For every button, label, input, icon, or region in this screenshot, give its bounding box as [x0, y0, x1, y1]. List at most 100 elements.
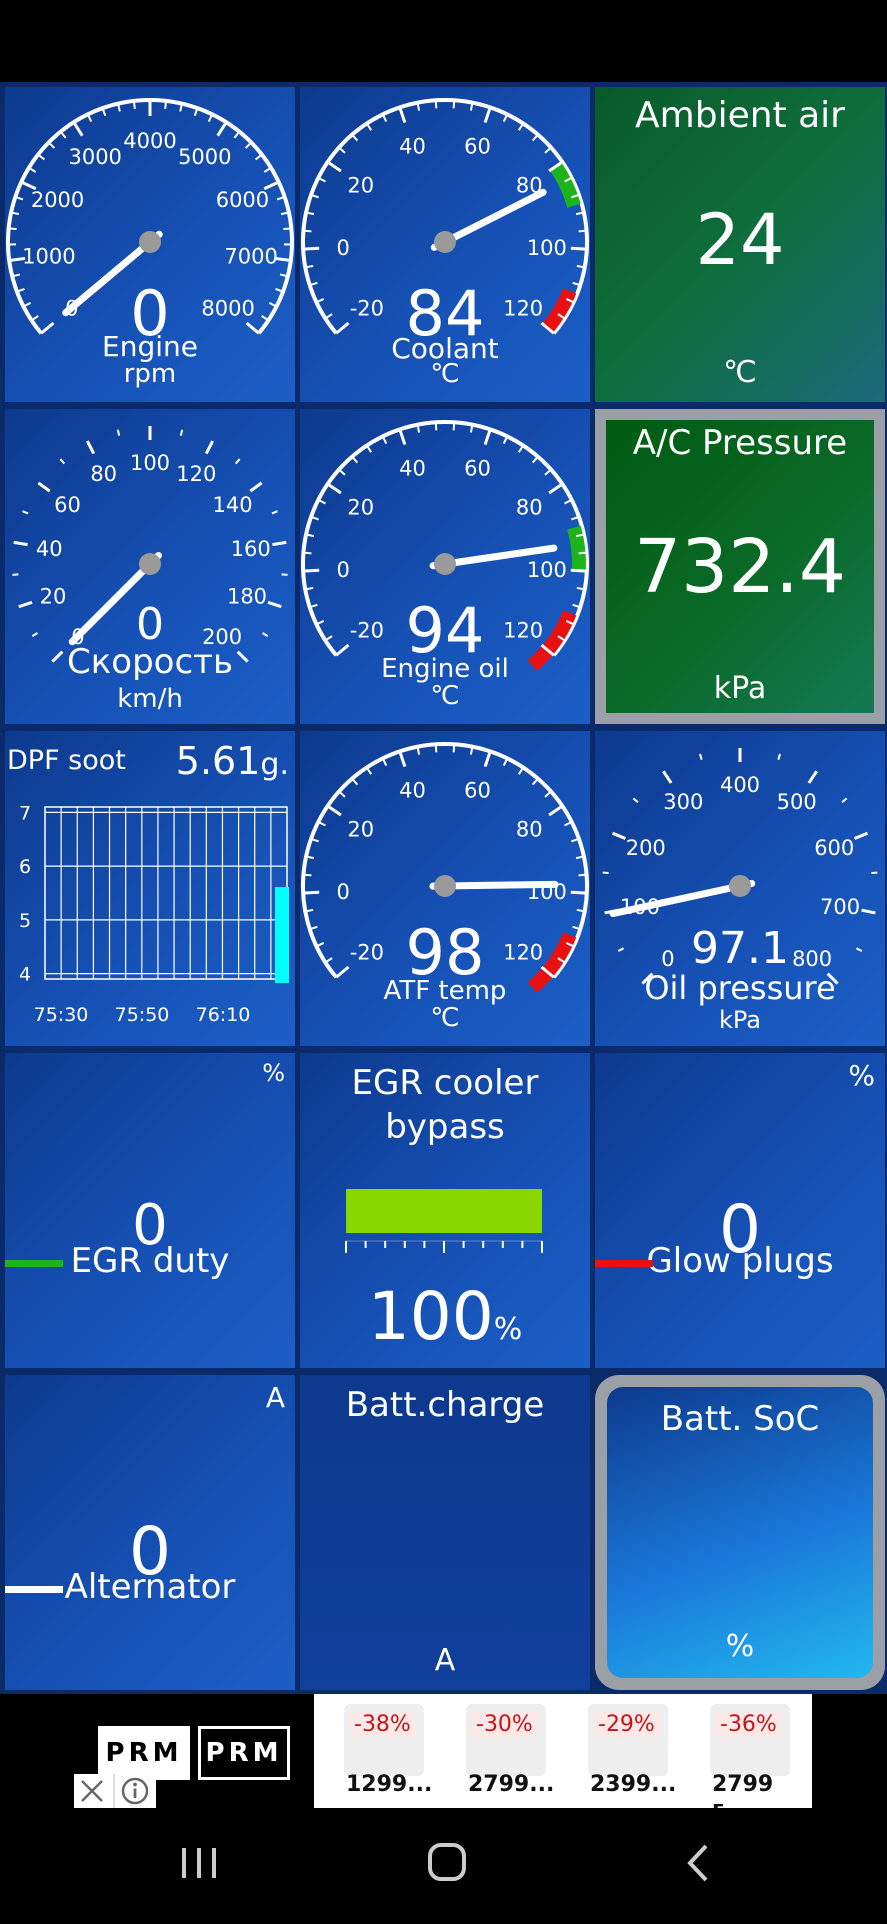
- dial-tick-label: 100: [130, 451, 170, 475]
- dpf-soot-tile[interactable]: DPF soot 5.61g. 765475:3075:5076:10: [5, 731, 295, 1046]
- dashboard-grid: 010002000300040005000600070008000 0 Engi…: [0, 82, 887, 1694]
- egr-bypass-value: 100: [368, 1278, 494, 1355]
- dial-tick: [352, 779, 357, 785]
- dial-tick: [303, 570, 319, 571]
- dial-tick: [577, 266, 585, 267]
- dial-tick: [549, 484, 562, 493]
- dial-tick: [246, 142, 252, 148]
- dial-tick-label: 20: [347, 174, 374, 198]
- alternator-tile[interactable]: A 0 Alternator: [5, 1375, 295, 1690]
- ambient-value: 24: [595, 199, 885, 281]
- ad-controls-icons: [74, 1774, 156, 1808]
- ac-pressure-tile[interactable]: A/C Pressure 732.4 kPa: [595, 409, 885, 724]
- ad-banner[interactable]: PRM PRM -38% 1299... -30% 2799...: [74, 1694, 812, 1808]
- dial-tick: [545, 792, 551, 797]
- ad-close-icon[interactable]: [82, 1781, 102, 1801]
- ambient-title: Ambient air: [595, 95, 885, 136]
- alternator-unit: A: [266, 1381, 285, 1414]
- ad-brand-logo-dark: PRM: [198, 1726, 290, 1780]
- oil-pressure-unit: kPa: [595, 1006, 885, 1034]
- ad-info-icon[interactable]: [123, 1779, 147, 1803]
- ad-product-2[interactable]: -30% 2799...: [458, 1700, 568, 1804]
- dial-tick: [303, 553, 311, 554]
- dial-tick: [400, 751, 405, 766]
- ad-brand-panel[interactable]: PRM PRM: [74, 1694, 314, 1808]
- dial-hub: [434, 875, 456, 897]
- ad-product-3[interactable]: -29% 2399...: [580, 1700, 690, 1804]
- dial-tick-label: 6000: [216, 188, 269, 212]
- dial-tick: [579, 231, 587, 232]
- oil-pressure-label: Oil pressure: [595, 969, 885, 1007]
- ac-pressure-unit: kPa: [595, 671, 885, 706]
- dial-tick: [234, 132, 239, 138]
- dial-tick: [23, 511, 29, 513]
- ambient-air-tile[interactable]: Ambient air 24 ℃: [595, 87, 885, 402]
- rpm-gauge[interactable]: 010002000300040005000600070008000 0 Engi…: [5, 87, 295, 402]
- dial-tick-label: 40: [399, 778, 426, 802]
- dial-tick-label: 100: [527, 236, 567, 260]
- egr-bypass-bar-track: [346, 1189, 542, 1233]
- oil-pressure-gauge[interactable]: 0100200300400500600700800 97.1 Oil press…: [595, 731, 885, 1046]
- speed-unit: km/h: [5, 684, 295, 714]
- dial-tick: [519, 767, 523, 774]
- egr-bypass-tile[interactable]: EGR cooler bypass 100%: [300, 1053, 590, 1368]
- dial-tick: [38, 483, 49, 491]
- ad-product-discount: -36%: [716, 1712, 781, 1737]
- egr-bypass-title2: bypass: [300, 1107, 590, 1147]
- dial-tick: [339, 792, 345, 797]
- system-nav-bar: [0, 1808, 887, 1920]
- oil-pressure-value: 97.1: [595, 923, 885, 974]
- dial-tick: [74, 122, 83, 135]
- egr-duty-tile[interactable]: % 0 EGR duty: [5, 1053, 295, 1368]
- dial-tick: [305, 266, 313, 267]
- dial-tick: [579, 875, 587, 876]
- back-icon[interactable]: [690, 1846, 706, 1880]
- dial-tick: [533, 135, 538, 141]
- dial-tick: [485, 107, 490, 122]
- speed-gauge[interactable]: 020406080100120140160180200 0 Скорость k…: [5, 409, 295, 724]
- system-nav-icons: [0, 1808, 887, 1920]
- dial-hub: [434, 553, 456, 575]
- egr-bypass-title: EGR cooler: [300, 1063, 590, 1103]
- batt-soc-tile[interactable]: Batt. SoC %: [595, 1375, 885, 1690]
- dpf-plot-frame: [45, 807, 287, 979]
- home-icon[interactable]: [430, 1845, 464, 1879]
- recent-apps-icon[interactable]: [184, 1848, 214, 1878]
- dial-tick: [339, 148, 345, 153]
- dial-tick: [842, 798, 847, 802]
- ad-product-1[interactable]: -38% 1299...: [336, 1700, 446, 1804]
- dial-tick-label: 120: [176, 462, 216, 486]
- dial-tick: [352, 135, 357, 141]
- glow-plugs-tile[interactable]: % 0 Glow plugs: [595, 1053, 885, 1368]
- ad-product-discount: -30%: [472, 1712, 537, 1737]
- batt-charge-tile[interactable]: Batt.charge A: [300, 1375, 590, 1690]
- coolant-gauge[interactable]: -20020406080100120 84 Coolant ℃: [300, 87, 590, 402]
- atf-temp-gauge[interactable]: -20020406080100120 98 ATF temp ℃: [300, 731, 590, 1046]
- dial-tick-label: 20: [347, 818, 374, 842]
- dial-tick: [218, 122, 227, 135]
- dial-tick: [118, 430, 119, 436]
- dial-tick: [871, 872, 877, 873]
- dial-tick: [577, 588, 585, 589]
- dpf-chart: 765475:3075:5076:10: [5, 731, 295, 1046]
- dial-tick: [577, 910, 585, 911]
- dial-tick-label: 5000: [178, 145, 231, 169]
- dial-tick-label: 500: [777, 790, 817, 814]
- dial-tick-label: 80: [516, 818, 543, 842]
- dpf-y-tick: 6: [19, 856, 31, 878]
- dial-tick: [855, 833, 868, 838]
- dial-tick: [303, 231, 311, 232]
- dial-tick: [571, 248, 587, 249]
- dial-tick-label: 60: [464, 456, 491, 480]
- ad-product-4[interactable]: -36% 2799 г...: [702, 1700, 812, 1804]
- egr-bypass-bar-fill: [346, 1189, 542, 1233]
- dial-tick-label: 40: [399, 134, 426, 158]
- dial-tick: [485, 429, 490, 444]
- engine-oil-gauge[interactable]: -20020406080100120 94 Engine oil ℃: [300, 409, 590, 724]
- dial-tick: [436, 100, 437, 108]
- dial-tick: [328, 484, 341, 493]
- dial-hub: [139, 231, 161, 253]
- dial-tick: [700, 754, 702, 760]
- dial-tick: [549, 806, 562, 815]
- dial-tick-label: 1000: [22, 244, 75, 268]
